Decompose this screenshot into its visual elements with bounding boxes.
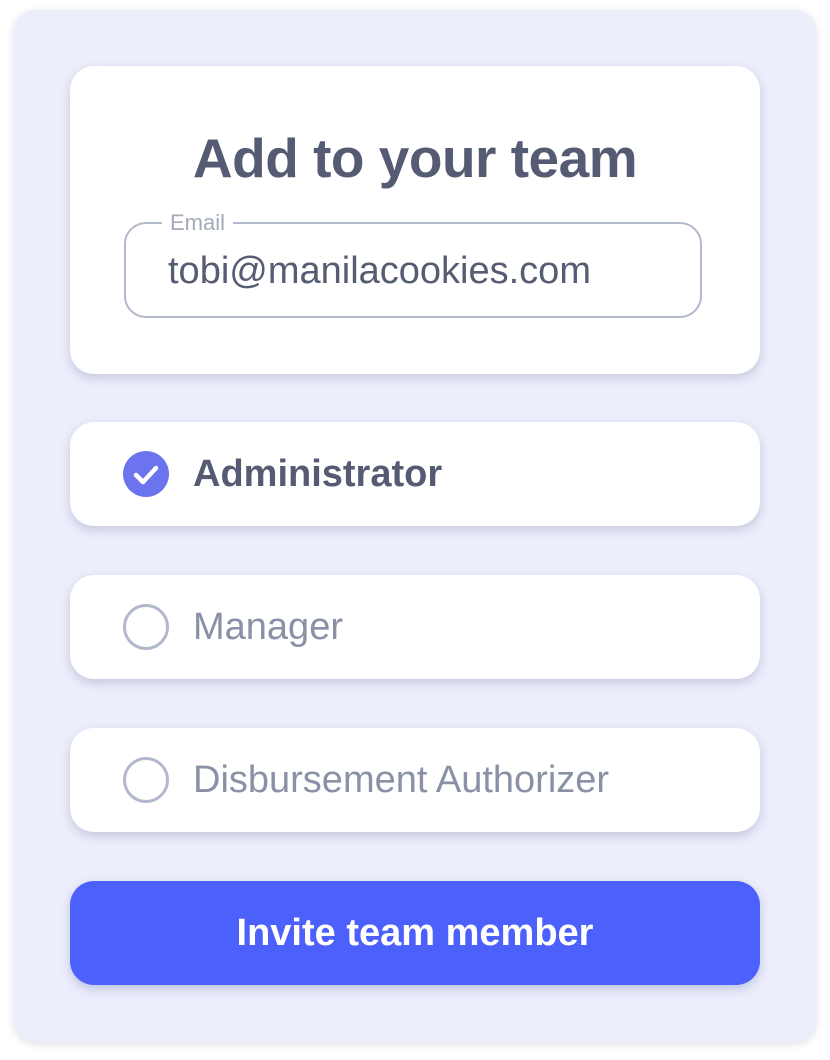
email-field-value[interactable]: tobi@manilacookies.com [168, 250, 591, 293]
invite-team-member-button[interactable]: Invite team member [70, 881, 760, 985]
empty-circle-icon[interactable] [123, 757, 169, 803]
email-field[interactable]: Email tobi@manilacookies.com [124, 210, 702, 318]
empty-circle-icon[interactable] [123, 604, 169, 650]
role-label-administrator: Administrator [193, 453, 443, 495]
page-title: Add to your team [192, 127, 638, 189]
add-to-team-card: Add to your team Email tobi@manilacookie… [70, 66, 760, 374]
email-field-label: Email [162, 210, 234, 236]
check-circle-icon[interactable] [123, 451, 169, 497]
role-label-disbursement-authorizer: Disbursement Authorizer [193, 759, 610, 801]
role-option-manager[interactable]: Manager [70, 575, 760, 679]
role-option-administrator[interactable]: Administrator [70, 422, 760, 526]
role-option-disbursement-authorizer[interactable]: Disbursement Authorizer [70, 728, 760, 832]
invite-panel: Add to your team Email tobi@manilacookie… [14, 10, 816, 1042]
role-label-manager: Manager [193, 606, 343, 648]
